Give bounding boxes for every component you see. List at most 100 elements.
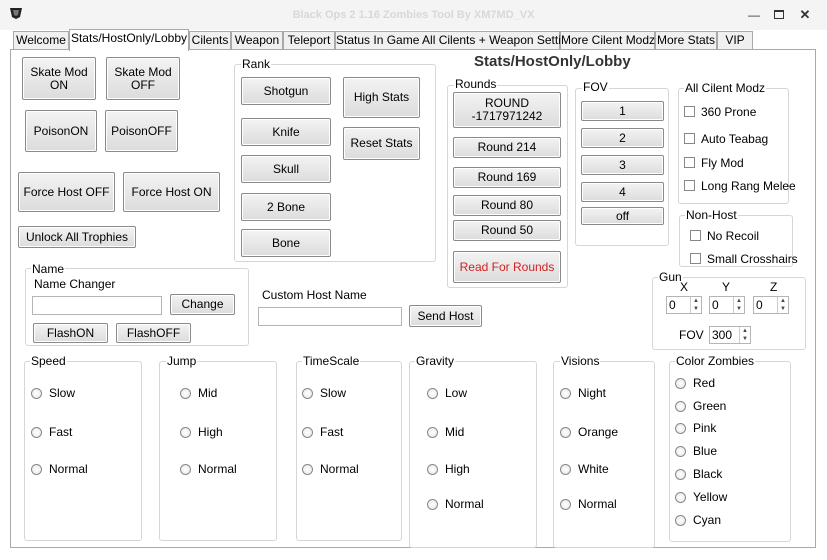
jump-mid-radio[interactable] [180, 388, 191, 399]
spin-up-icon[interactable]: ▲ [739, 327, 750, 335]
zombie-black-radio[interactable] [675, 469, 686, 480]
gun-fov-spinner[interactable]: 300 ▲ ▼ [709, 326, 751, 344]
spin-up-icon[interactable]: ▲ [733, 297, 744, 305]
fov-1-button[interactable]: 1 [581, 101, 664, 121]
visions-night-radio[interactable] [560, 388, 571, 399]
tab-cilents[interactable]: Cilents [189, 31, 231, 50]
gun-fov-label: FOV [679, 328, 704, 342]
timescale-fast-radio[interactable] [302, 427, 313, 438]
visions-normal-radio[interactable] [560, 499, 571, 510]
visions-orange-radio[interactable] [560, 427, 571, 438]
poison-on-button[interactable]: PoisonON [25, 110, 97, 152]
tab-welcome[interactable]: Welcome [13, 31, 69, 50]
small-crosshairs-checkbox[interactable] [690, 253, 701, 264]
zombie-cyan-radio[interactable] [675, 515, 686, 526]
timescale-normal-label: Normal [320, 462, 359, 476]
fov-4-button[interactable]: 4 [581, 182, 664, 202]
spin-down-icon[interactable]: ▼ [733, 305, 744, 313]
send-host-button[interactable]: Send Host [409, 305, 482, 327]
minimize-icon[interactable]: — [747, 9, 761, 21]
zombie-pink-radio[interactable] [675, 423, 686, 434]
round-value-button[interactable]: ROUND -1717971242 [453, 92, 561, 128]
spin-up-icon[interactable]: ▲ [777, 297, 788, 305]
reset-stats-button[interactable]: Reset Stats [343, 127, 420, 160]
fov-2-button[interactable]: 2 [581, 128, 664, 148]
zombie-black-label: Black [693, 467, 723, 481]
gun-y-spinner[interactable]: 0 ▲ ▼ [709, 296, 745, 314]
timescale-slow-radio[interactable] [302, 388, 313, 399]
tab-more-cilent-modz[interactable]: More Cilent Modz [560, 31, 655, 50]
tab-vip[interactable]: VIP [717, 31, 753, 50]
round-50-button[interactable]: Round 50 [453, 220, 561, 241]
gravity-low-radio[interactable] [427, 388, 438, 399]
gravity-high-radio[interactable] [427, 464, 438, 475]
zombie-green-radio[interactable] [675, 401, 686, 412]
jump-normal-label: Normal [198, 462, 237, 476]
round-169-button[interactable]: Round 169 [453, 167, 561, 188]
gun-x-label: X [680, 280, 689, 294]
window-title: Black Ops 2 1.16 Zombies Tool By XM7MD_V… [292, 9, 535, 21]
round-214-button[interactable]: Round 214 [453, 137, 561, 158]
spin-up-icon[interactable]: ▲ [690, 297, 701, 305]
no-recoil-checkbox[interactable] [690, 230, 701, 241]
timescale-normal-radio[interactable] [302, 464, 313, 475]
fly-mod-checkbox[interactable] [684, 157, 695, 168]
color-zombies-label: Color Zombies [675, 354, 756, 368]
tab-more-stats[interactable]: More Stats [655, 31, 717, 50]
gun-x-spinner[interactable]: 0 ▲ ▼ [666, 296, 702, 314]
jump-high-radio[interactable] [180, 427, 191, 438]
force-host-off-button[interactable]: Force Host OFF [18, 172, 115, 212]
fov-3-button[interactable]: 3 [581, 155, 664, 175]
speed-normal-radio[interactable] [31, 464, 42, 475]
flash-on-button[interactable]: FlashON [33, 323, 108, 343]
read-for-rounds-button[interactable]: Read For Rounds [453, 251, 561, 283]
jump-normal-radio[interactable] [180, 464, 191, 475]
auto-teabag-label: Auto Teabag [701, 132, 769, 146]
name-input[interactable] [32, 296, 162, 315]
gravity-normal-radio[interactable] [427, 499, 438, 510]
zombie-blue-radio[interactable] [675, 446, 686, 457]
visions-white-radio[interactable] [560, 464, 571, 475]
rank-shotgun-button[interactable]: Shotgun [241, 77, 331, 105]
zombie-pink-label: Pink [693, 421, 717, 435]
skate-mod-off-button[interactable]: Skate Mod OFF [106, 57, 180, 100]
change-name-button[interactable]: Change [170, 294, 235, 315]
spin-down-icon[interactable]: ▼ [739, 335, 750, 343]
force-host-on-button[interactable]: Force Host ON [123, 172, 220, 212]
zombie-red-radio[interactable] [675, 378, 686, 389]
rank-2-bone-button[interactable]: 2 Bone [241, 193, 331, 221]
round-80-button[interactable]: Round 80 [453, 195, 561, 216]
custom-host-name-input[interactable] [258, 307, 402, 326]
auto-teabag-checkbox[interactable] [684, 133, 695, 144]
tab-weapon[interactable]: Weapon [231, 31, 283, 50]
spin-down-icon[interactable]: ▼ [690, 305, 701, 313]
tab-status-in-game[interactable]: Status In Game All Cilents + Weapon Sett… [335, 31, 574, 50]
360-prone-checkbox[interactable] [684, 106, 695, 117]
long-rang-melee-checkbox[interactable] [684, 180, 695, 191]
speed-slow-radio[interactable] [31, 388, 42, 399]
small-crosshairs-label: Small Crosshairs [707, 252, 798, 266]
rank-bone-button[interactable]: Bone [241, 229, 331, 257]
maximize-icon[interactable] [772, 9, 786, 21]
gravity-mid-radio[interactable] [427, 427, 438, 438]
rank-knife-button[interactable]: Knife [241, 118, 331, 146]
flash-off-button[interactable]: FlashOFF [116, 323, 191, 343]
tab-teleport[interactable]: Teleport [283, 31, 335, 50]
unlock-all-trophies-button[interactable]: Unlock All Trophies [18, 226, 136, 248]
speed-fast-radio[interactable] [31, 427, 42, 438]
gun-y-value: 0 [712, 298, 719, 312]
timescale-fast-label: Fast [320, 425, 344, 439]
spin-down-icon[interactable]: ▼ [777, 305, 788, 313]
rounds-label: Rounds [454, 77, 498, 91]
custom-host-name-label: Custom Host Name [262, 288, 367, 302]
zombie-red-label: Red [693, 376, 716, 390]
gun-z-spinner[interactable]: 0 ▲ ▼ [753, 296, 789, 314]
high-stats-button[interactable]: High Stats [343, 77, 420, 118]
close-icon[interactable]: ✕ [798, 8, 812, 21]
rank-skull-button[interactable]: Skull [241, 155, 331, 183]
fov-off-button[interactable]: off [581, 207, 664, 225]
skate-mod-on-button[interactable]: Skate Mod ON [22, 57, 96, 100]
zombie-yellow-radio[interactable] [675, 492, 686, 503]
poison-off-button[interactable]: PoisonOFF [105, 110, 178, 152]
tab-stats-hostonly-lobby[interactable]: Stats/HostOnly/Lobby [69, 29, 189, 51]
